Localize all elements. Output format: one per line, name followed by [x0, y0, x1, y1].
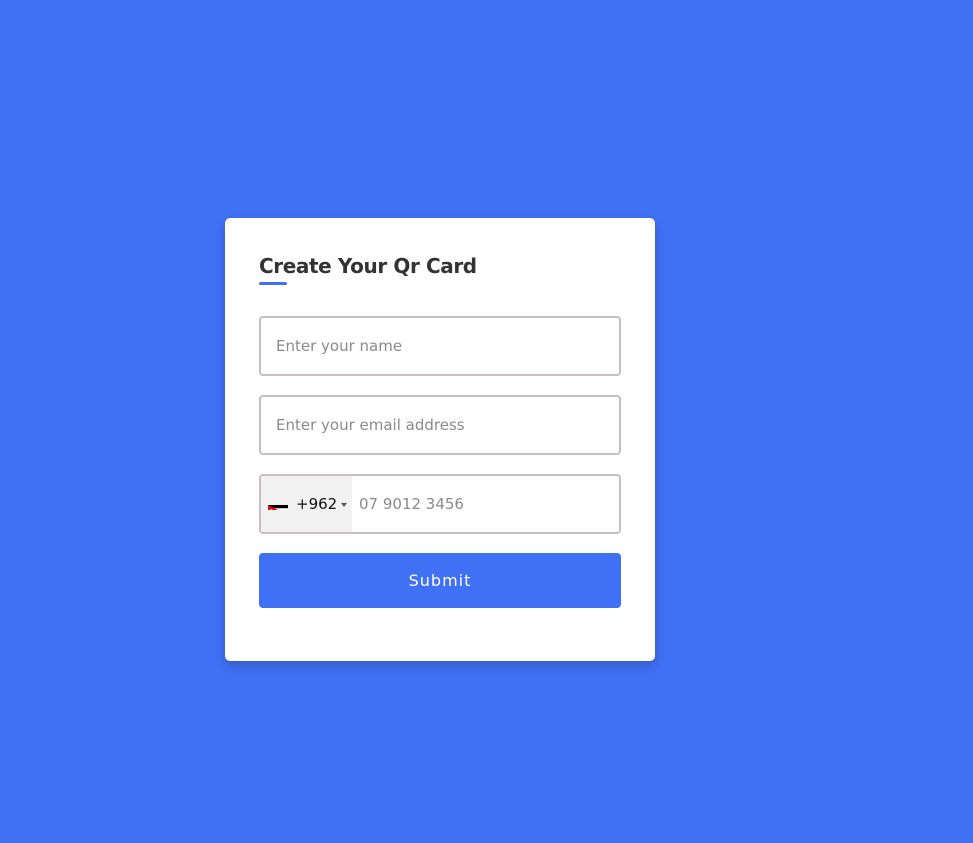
name-field: [259, 316, 621, 376]
email-field: [259, 395, 621, 455]
chevron-down-icon: [341, 503, 347, 507]
name-input[interactable]: [261, 318, 619, 374]
dial-code: +962: [296, 495, 338, 513]
submit-button[interactable]: Submit: [259, 553, 621, 608]
title-underline: [259, 282, 287, 285]
form-title: Create Your Qr Card: [259, 254, 477, 278]
country-code-dropdown[interactable]: +962: [261, 476, 352, 532]
email-input[interactable]: [261, 397, 619, 453]
phone-field: +962: [259, 474, 621, 534]
jordan-flag-icon: [268, 500, 288, 510]
phone-input[interactable]: [352, 476, 619, 532]
page-background: Create Your Qr Card +962: [0, 0, 973, 843]
qr-card-form: Create Your Qr Card +962: [225, 218, 655, 661]
